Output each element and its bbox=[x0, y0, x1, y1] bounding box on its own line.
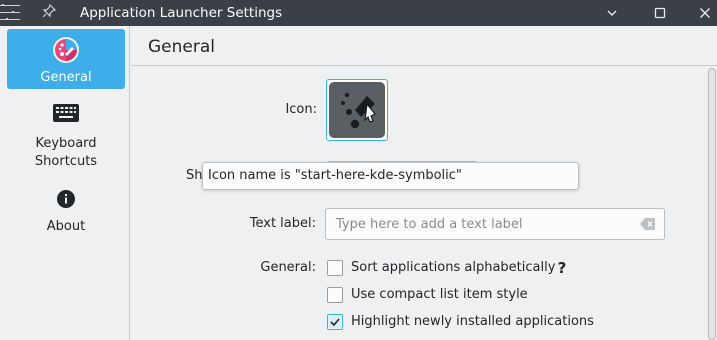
sidebar-item-general[interactable]: General bbox=[7, 29, 125, 89]
icon-label: Icon: bbox=[285, 102, 317, 117]
info-icon bbox=[51, 184, 81, 214]
sidebar: General Keyboard Shortcuts About bbox=[0, 26, 130, 340]
compact-list-label: Use compact list item style bbox=[351, 287, 528, 302]
highlight-new-apps-option[interactable]: Highlight newly installed applications bbox=[327, 313, 594, 331]
main-panel: General Icon: Sh Icon name is "start-her… bbox=[131, 26, 717, 340]
minimize-icon bbox=[607, 10, 617, 16]
maximize-icon bbox=[654, 7, 666, 19]
compact-list-option[interactable]: Use compact list item style bbox=[327, 286, 528, 304]
sidebar-item-about[interactable]: About bbox=[7, 184, 125, 236]
sidebar-item-label: About bbox=[46, 219, 86, 234]
close-icon bbox=[700, 8, 710, 18]
keyboard-icon bbox=[51, 99, 81, 127]
compact-list-checkbox[interactable] bbox=[327, 287, 343, 303]
highlight-new-apps-checkbox[interactable] bbox=[327, 314, 343, 330]
launcher-icon-preview bbox=[329, 82, 385, 138]
window-titlebar: Application Launcher Settings bbox=[0, 0, 717, 26]
text-label-input[interactable] bbox=[336, 215, 631, 233]
vertical-scrollbar[interactable] bbox=[706, 67, 717, 340]
general-label: General: bbox=[260, 260, 316, 275]
clear-text-icon[interactable] bbox=[640, 218, 656, 230]
page-title: General bbox=[148, 37, 215, 57]
icon-picker-button[interactable] bbox=[326, 79, 388, 141]
scrollbar-thumb[interactable] bbox=[708, 68, 716, 340]
settings-form: Icon: Sh Icon name is "start-here-kde-sy… bbox=[131, 67, 706, 340]
sidebar-item-label-text: Keyboard Shortcuts bbox=[34, 136, 98, 169]
maximize-button[interactable] bbox=[645, 0, 675, 26]
sidebar-item-label: Keyboard Shortcuts bbox=[35, 135, 97, 171]
icon-name-tooltip: Icon name is "start-here-kde-symbolic" bbox=[202, 162, 579, 190]
sidebar-item-label: General bbox=[40, 70, 92, 85]
page-header: General bbox=[131, 26, 717, 66]
highlight-new-apps-label: Highlight newly installed applications bbox=[351, 314, 594, 329]
sort-alphabetically-label: Sort applications alphabetically bbox=[351, 260, 556, 275]
text-label-field[interactable] bbox=[325, 208, 665, 240]
close-button[interactable] bbox=[690, 0, 717, 26]
sort-alphabetically-option[interactable]: Sort applications alphabetically bbox=[327, 259, 555, 277]
pin-icon[interactable] bbox=[40, 3, 58, 22]
text-label-label: Text label: bbox=[249, 216, 316, 231]
sort-alphabetically-checkbox[interactable] bbox=[327, 260, 343, 276]
checkmark-icon bbox=[328, 315, 342, 329]
sidebar-item-keyboard-shortcuts[interactable]: Keyboard Shortcuts bbox=[7, 99, 125, 171]
kde-launcher-icon bbox=[51, 35, 81, 65]
minimize-button[interactable] bbox=[597, 0, 627, 26]
window-title: Application Launcher Settings bbox=[80, 5, 283, 21]
help-icon[interactable]: ? bbox=[555, 259, 569, 277]
window-menu-icon[interactable] bbox=[0, 0, 24, 26]
